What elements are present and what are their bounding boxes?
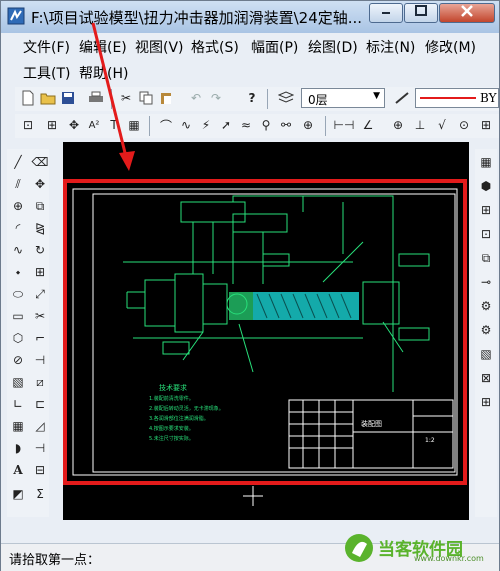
trim-icon[interactable]: ✂ (31, 307, 49, 325)
tech-req-line: 5.未注尺寸按实际。 (149, 435, 194, 442)
section-icon[interactable]: ▧ (477, 345, 495, 363)
title-block (288, 399, 454, 469)
gear-icon[interactable]: ⚙ (477, 321, 495, 339)
app-window: F:\项目试验模型\扭力冲击器加润滑装置\24定轴... 文件(F) 编辑(E)… (0, 0, 500, 571)
tech-req-line: 4.按图示要求安装。 (149, 425, 194, 432)
status-bar: 请拾取第一点： 当客软件园 www.downkr.com (1, 534, 499, 571)
annotation-arrow (91, 22, 135, 171)
sigma-icon[interactable]: Σ (31, 485, 49, 503)
tech-req-title: 技术要求 (159, 383, 187, 392)
chamfer-icon[interactable]: ◿ (31, 417, 49, 435)
rotate-icon[interactable]: ↻ (31, 241, 49, 259)
rectangle-tool-icon[interactable]: ▭ (9, 307, 27, 325)
left-draw-toolbar: ╱ ⌫ ⫽ ✥ ⊕ ⧉ ◜ ⧎ ∿ ↻ ⬩ ⊞ ⬭ ⤢ ▭ ✂ ⬡ ⌐ ⊘ ⊣ … (7, 149, 49, 517)
polygon-tool-icon[interactable]: ⬡ (9, 329, 27, 347)
lock-icon[interactable]: ⊡ (477, 225, 495, 243)
red-highlight-box (63, 179, 467, 485)
scale-icon[interactable]: ⤢ (31, 285, 49, 303)
arc-tool-icon[interactable]: ◜ (9, 219, 27, 237)
inner-border (92, 193, 456, 473)
hatch-tool-icon[interactable]: ▧ (9, 373, 27, 391)
status-prompt: 请拾取第一点： (9, 553, 101, 568)
section-hatch (229, 292, 359, 320)
watermark-url: www.downkr.com (414, 554, 484, 563)
equidistant-line-icon[interactable]: ∟ (9, 395, 27, 413)
symbol-icon[interactable]: ⊞ (477, 201, 495, 219)
title-block-scale: 1:2 (425, 437, 435, 444)
array-icon[interactable]: ⊞ (31, 263, 49, 281)
tech-req-line: 2.装配后转动灵活，无卡滞现象。 (149, 405, 224, 412)
properties-icon[interactable]: ⊟ (31, 461, 49, 479)
right-toolbar: ▦ ⬢ ⊞ ⊡ ⧉ ⊸ ⚙ ⚙ ▧ ⊠ ⊞ (475, 149, 497, 517)
tech-req-line: 1.装配前清洗零件。 (149, 395, 194, 402)
weld-icon[interactable]: ⊸ (477, 273, 495, 291)
stretch-icon[interactable]: ⊏ (31, 395, 49, 413)
ellipse-tool-icon[interactable]: ⬭ (9, 285, 27, 303)
extend-icon[interactable]: ⊣ (31, 351, 49, 369)
title-block-name: 装配图 (361, 419, 382, 428)
site-watermark: 当客软件园 www.downkr.com (344, 533, 489, 563)
hatch-pattern-icon[interactable]: ▦ (9, 417, 27, 435)
centerline-tool-icon[interactable]: ⊘ (9, 351, 27, 369)
stack-icon[interactable]: ⧉ (477, 249, 495, 267)
spline-tool-icon[interactable]: ∿ (9, 241, 27, 259)
crosshair-cursor (243, 486, 263, 506)
text-tool-icon[interactable]: A (9, 461, 27, 479)
explode-icon[interactable]: ⊣ (31, 439, 49, 457)
tech-req-line: 3.各润滑部位注满润滑脂。 (149, 415, 209, 422)
mirror-icon[interactable]: ⧎ (31, 219, 49, 237)
bolt-icon[interactable]: ⚙ (477, 297, 495, 315)
block-icon[interactable]: ◩ (9, 485, 27, 503)
grid-icon[interactable]: ⊞ (477, 393, 495, 411)
view-icon[interactable]: ⊠ (477, 369, 495, 387)
fill-icon[interactable]: ◗ (9, 439, 27, 457)
break-icon[interactable]: ⧄ (31, 373, 49, 391)
tech-requirements: 技术要求 1.装配前清洗零件。 2.装配后转动灵活，无卡滞现象。 3.各润滑部位… (149, 383, 224, 442)
point-tool-icon[interactable]: ⬩ (9, 263, 27, 281)
fillet-icon[interactable]: ⌐ (31, 329, 49, 347)
site-logo-icon (345, 534, 373, 562)
